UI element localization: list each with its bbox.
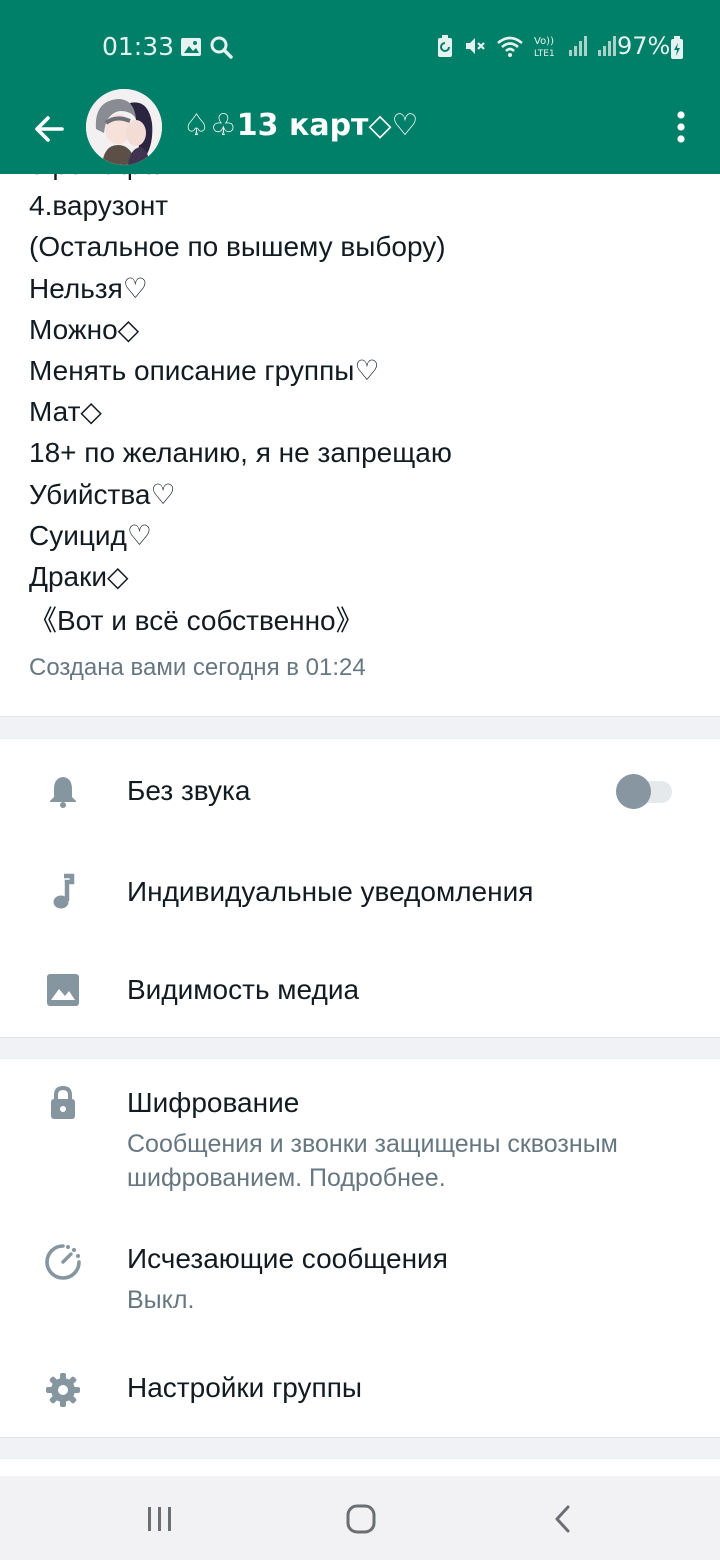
bell-icon xyxy=(40,768,86,814)
gallery-icon xyxy=(180,37,202,61)
group-settings-label: Настройки группы xyxy=(127,1372,362,1403)
nav-back-button[interactable] xyxy=(538,1496,588,1542)
group-description-card: 3.ромафел 4.варузонт (Остальное по вышем… xyxy=(0,174,720,717)
recent-apps-icon xyxy=(148,1507,171,1531)
custom-notifications-row[interactable]: Индивидуальные уведомления xyxy=(0,841,720,941)
notifications-card: Без звука Индивидуальные уведомления Вид… xyxy=(0,738,720,1038)
search-icon xyxy=(209,35,233,63)
mute-toggle[interactable] xyxy=(616,773,674,809)
media-visibility-label: Видимость медиа xyxy=(127,974,360,1005)
encryption-label: Шифрование xyxy=(127,1087,300,1118)
description-line: Суицид♡ xyxy=(29,519,152,551)
mute-row[interactable]: Без звука xyxy=(0,739,720,841)
battery-percent: 97% xyxy=(617,32,671,60)
description-line: 18+ по желанию, я не запрещаю xyxy=(29,437,452,469)
svg-text:LTE1: LTE1 xyxy=(534,49,555,59)
privacy-card: Шифрование Сообщения и звонки защищены с… xyxy=(0,1058,720,1438)
description-line: (Остальное по вышему выбору) xyxy=(29,231,446,263)
volte-icon: Vo)) LTE1 xyxy=(533,33,559,63)
more-vertical-icon xyxy=(677,111,685,143)
status-time: 01:33 xyxy=(102,32,175,61)
back-icon xyxy=(555,1505,570,1533)
description-line: 4.варузонт xyxy=(29,190,169,222)
group-description[interactable]: 3.ромафел 4.варузонт (Остальное по вышем… xyxy=(29,174,452,641)
system-nav-bar xyxy=(0,1476,720,1560)
encryption-row[interactable]: Шифрование Сообщения и звонки защищены с… xyxy=(0,1059,720,1209)
status-icons: Vo)) LTE1 xyxy=(436,34,617,62)
description-line: 《Вот и всё собственно》 xyxy=(29,605,364,637)
description-line: 3.ромафел xyxy=(29,174,452,185)
image-icon xyxy=(40,967,86,1013)
encryption-subtitle[interactable]: Сообщения и звонки защищены сквозным шиф… xyxy=(127,1127,687,1195)
toggle-thumb xyxy=(616,774,651,809)
home-icon xyxy=(346,1504,376,1534)
disappearing-messages-row[interactable]: Исчезающие сообщения Выкл. xyxy=(0,1209,720,1329)
description-line: Мат◇ xyxy=(29,396,102,428)
created-info: Создана вами сегодня в 01:24 xyxy=(29,654,366,681)
status-bar: 01:33 Vo)) LTE1 97% xyxy=(0,0,720,90)
description-line: Убийства♡ xyxy=(29,478,176,510)
disappearing-messages-value: Выкл. xyxy=(127,1286,195,1314)
description-line: Можно◇ xyxy=(29,313,140,345)
group-avatar[interactable] xyxy=(86,89,162,165)
group-settings-row[interactable]: Настройки группы xyxy=(0,1349,720,1437)
gear-icon xyxy=(40,1367,86,1413)
recent-apps-button[interactable] xyxy=(135,1496,185,1542)
description-line: Нельзя♡ xyxy=(29,272,148,304)
signal-icon xyxy=(597,35,617,61)
back-button[interactable] xyxy=(26,106,72,152)
page-title[interactable]: ♤♧13 карт◇♡ xyxy=(183,108,418,143)
lock-icon xyxy=(40,1080,86,1126)
home-button[interactable] xyxy=(336,1496,386,1542)
mute-label: Без звука xyxy=(127,775,251,806)
arrow-left-icon xyxy=(35,116,64,142)
mute-icon xyxy=(463,34,487,62)
description-line: Менять описание группы♡ xyxy=(29,355,380,387)
disappearing-messages-label: Исчезающие сообщения xyxy=(127,1243,448,1274)
media-visibility-row[interactable]: Видимость медиа xyxy=(0,941,720,1037)
music-note-icon xyxy=(40,869,86,915)
svg-text:Vo)): Vo)) xyxy=(534,36,554,47)
battery-icon xyxy=(670,36,684,64)
battery-saver-icon xyxy=(436,34,454,62)
description-line: Драки◇ xyxy=(29,561,129,593)
custom-notifications-label: Индивидуальные уведомления xyxy=(127,876,534,907)
app-bar: ♤♧13 карт◇♡ xyxy=(0,88,720,174)
signal-icon xyxy=(568,35,588,61)
timer-icon xyxy=(40,1239,86,1285)
top-bar: 01:33 Vo)) LTE1 97% ♤♧13 карт◇♡ xyxy=(0,0,720,174)
more-options-button[interactable] xyxy=(664,104,698,150)
wifi-icon xyxy=(496,34,524,62)
